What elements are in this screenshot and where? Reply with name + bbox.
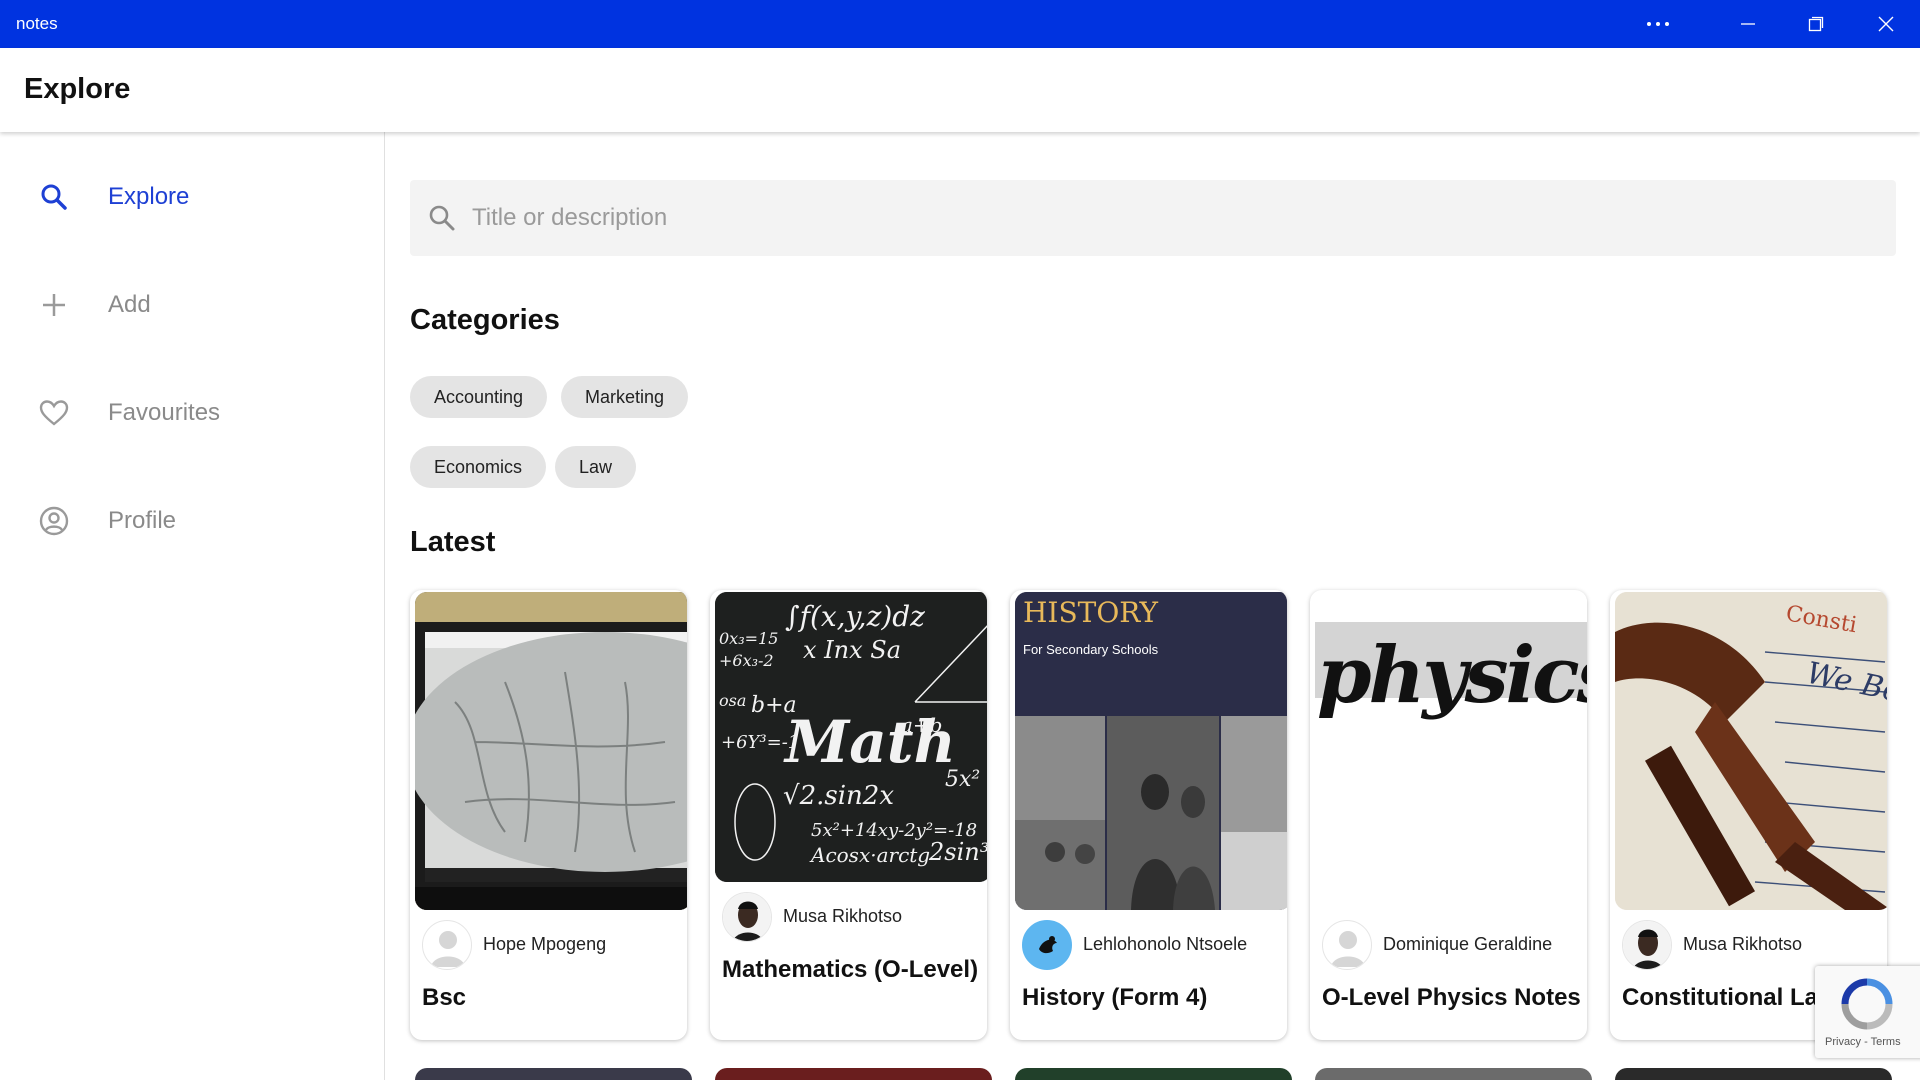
plus-icon: [43, 294, 65, 316]
sidebar-item-label: Add: [108, 291, 151, 318]
note-card[interactable]: physics Dominique Geraldine O-Level Phys…: [1310, 590, 1587, 1040]
svg-text:Acosx·arctg: Acosx·arctg: [809, 843, 930, 867]
latest-heading: Latest: [410, 526, 496, 558]
user-circle-icon: [39, 506, 69, 536]
sidebar-item-favourites[interactable]: Favourites: [0, 373, 384, 453]
title-bar: notes: [0, 0, 1920, 48]
note-card-partial[interactable]: [715, 1068, 992, 1080]
history-heading: HISTORY: [1023, 596, 1159, 629]
sidebar-item-label: Explore: [108, 183, 190, 210]
card-thumbnail: ∫f(x,y,z)dz x Inx Sa 0x₃=15 +6x₃-2 osa b…: [715, 592, 987, 882]
recaptcha-separator: -: [1861, 1036, 1871, 1048]
note-card[interactable]: Hope Mpogeng Bsc: [410, 590, 687, 1040]
card-thumbnail: physics: [1315, 592, 1587, 910]
svg-text:0x₃=15: 0x₃=15: [719, 629, 778, 648]
main-content: Categories Accounting Marketing Economic…: [386, 132, 1920, 1080]
search-bar[interactable]: [410, 180, 1896, 256]
card-title: O-Level Physics Notes: [1322, 984, 1581, 1011]
sidebar-item-profile[interactable]: Profile: [0, 481, 384, 561]
minimize-icon[interactable]: [1714, 0, 1782, 48]
portrait-avatar: [1622, 920, 1672, 970]
recaptcha-terms-link[interactable]: Terms: [1871, 1036, 1901, 1048]
note-card-partial[interactable]: [1315, 1068, 1592, 1080]
sidebar-item-explore[interactable]: Explore: [0, 157, 384, 237]
card-title: Mathematics (O-Level): [722, 956, 979, 983]
card-thumbnail: HISTORY For Secondary Schools: [1015, 592, 1287, 910]
app-name: notes: [16, 14, 58, 33]
sidebar: Explore Add Favourites Profile: [0, 132, 385, 1080]
note-card[interactable]: HISTORY For Secondary Schools Lehlohonol…: [1010, 590, 1287, 1040]
author-name: Musa Rikhotso: [783, 906, 903, 926]
card-thumbnail: [415, 592, 687, 910]
note-card-partial[interactable]: [415, 1068, 692, 1080]
close-icon[interactable]: [1852, 0, 1920, 48]
recaptcha-icon: [1841, 978, 1893, 1030]
category-chip-economics[interactable]: Economics: [410, 446, 547, 488]
search-icon: [429, 205, 455, 231]
bird-logo-avatar: [1022, 920, 1072, 970]
physics-lettering: physics: [1317, 630, 1587, 721]
note-card-partial[interactable]: [1015, 1068, 1292, 1080]
recaptcha-privacy-link[interactable]: Privacy: [1825, 1036, 1861, 1048]
card-title: Bsc: [422, 984, 467, 1011]
author-name: Dominique Geraldine: [1383, 934, 1553, 954]
category-chip-law[interactable]: Law: [555, 446, 637, 488]
categories-heading: Categories: [410, 304, 560, 336]
card-title: History (Form 4): [1022, 984, 1208, 1011]
default-avatar: [422, 920, 472, 970]
author-name: Lehlohonolo Ntsoele: [1083, 934, 1248, 954]
recaptcha-badge[interactable]: Privacy - Terms: [1815, 966, 1920, 1058]
recaptcha-links: Privacy - Terms: [1825, 1036, 1901, 1048]
svg-text:5x²: 5x²: [945, 767, 980, 792]
svg-text:osa: osa: [719, 691, 746, 710]
sidebar-item-add[interactable]: Add: [0, 265, 384, 345]
page-title: Explore: [24, 73, 131, 105]
portrait-avatar: [722, 892, 772, 942]
card-thumbnail: We Be Pe Consti: [1615, 592, 1887, 910]
default-avatar: [1322, 920, 1372, 970]
note-card-partial[interactable]: [1615, 1068, 1892, 1080]
sidebar-item-label: Favourites: [108, 399, 221, 426]
svg-text:2sin³: 2sin³: [928, 838, 987, 866]
author-name: Musa Rikhotso: [1683, 934, 1803, 954]
svg-text:∫f(x,y,z)dz: ∫f(x,y,z)dz: [785, 600, 925, 633]
heart-icon: [39, 400, 69, 426]
author-name: Hope Mpogeng: [483, 934, 607, 954]
note-card[interactable]: ∫f(x,y,z)dz x Inx Sa 0x₃=15 +6x₃-2 osa b…: [710, 590, 987, 1040]
svg-text:+6x₃-2: +6x₃-2: [719, 651, 774, 670]
category-chip-accounting[interactable]: Accounting: [410, 376, 548, 418]
page-header: Explore: [0, 48, 1920, 132]
category-chip-marketing[interactable]: Marketing: [561, 376, 689, 418]
restore-icon[interactable]: [1782, 0, 1850, 48]
search-input[interactable]: [472, 194, 1872, 242]
sidebar-item-label: Profile: [108, 507, 177, 534]
history-subheading: For Secondary Schools: [1023, 642, 1159, 657]
svg-text:a+b: a+b: [901, 713, 942, 737]
more-icon[interactable]: [1624, 0, 1692, 48]
search-icon: [41, 184, 67, 210]
svg-text:x Inx Sa: x Inx Sa: [803, 636, 901, 664]
svg-text:√2.sin2x: √2.sin2x: [783, 781, 894, 811]
